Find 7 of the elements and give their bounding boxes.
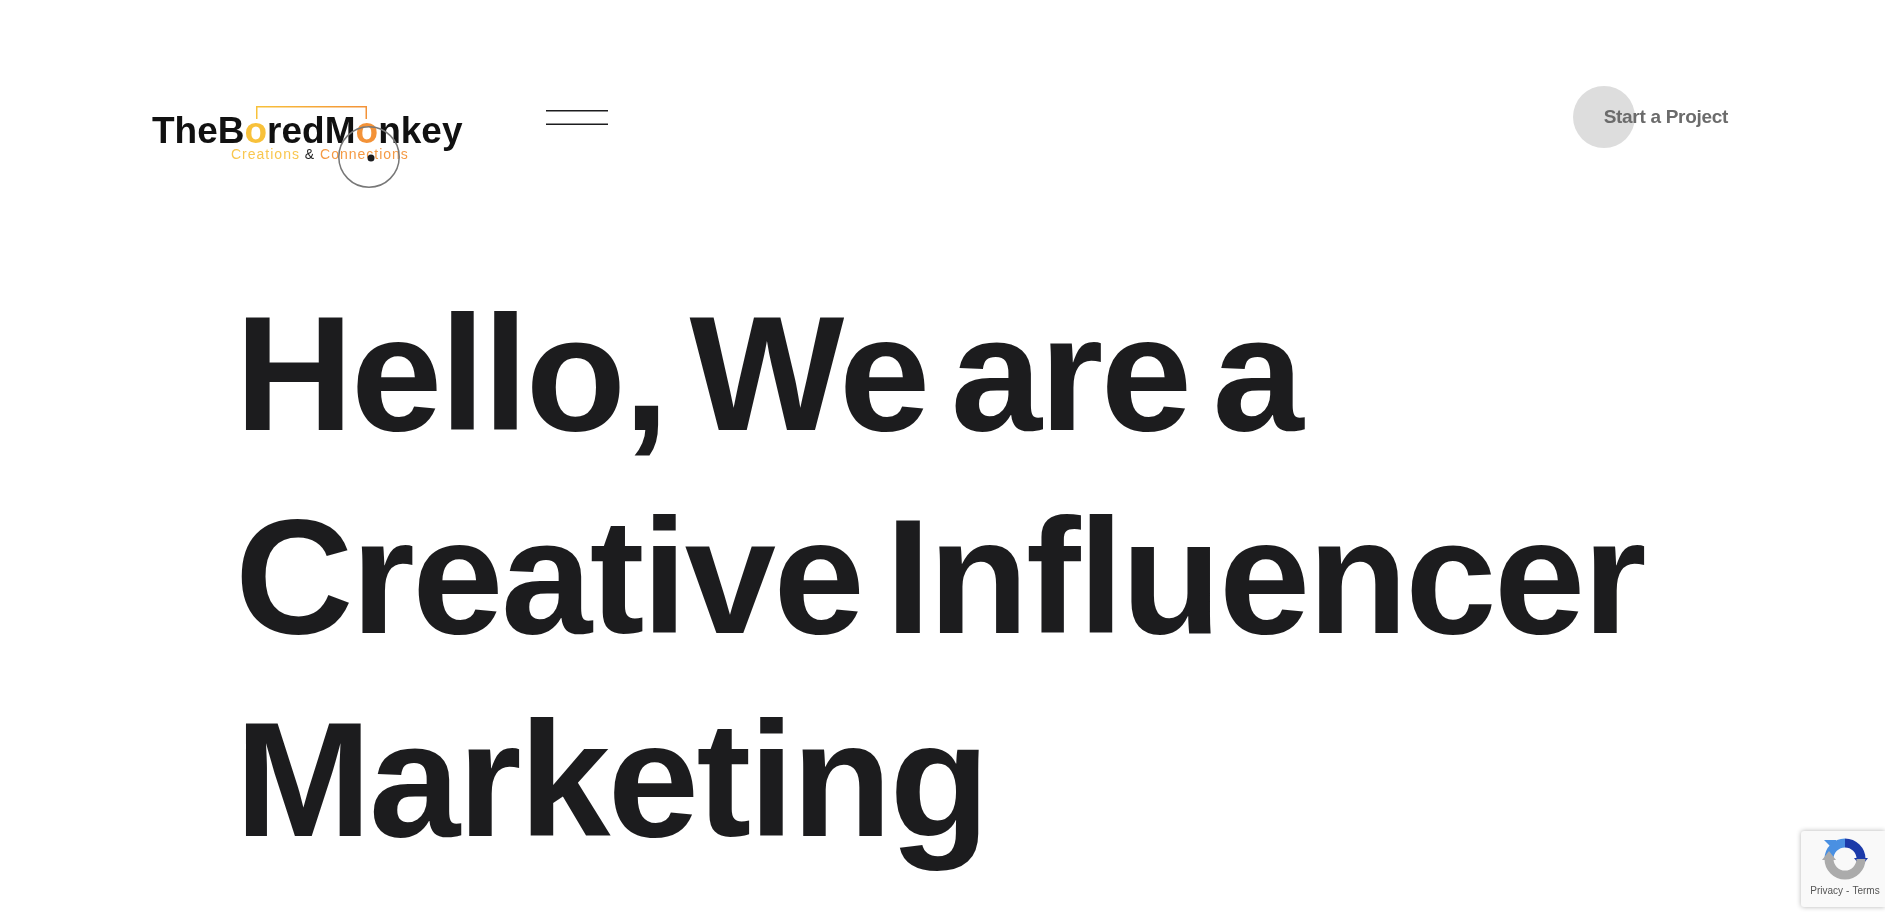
menu-icon [546, 109, 608, 125]
separator-text: - [1846, 885, 1850, 897]
start-project-button[interactable]: Start a Project [1572, 86, 1728, 148]
circular-arrows-icon [1822, 836, 1868, 882]
privacy-link[interactable]: Privacy [1810, 885, 1844, 897]
hero-heading: Hello, We are a Creative Influencer Marketing [235, 281, 1646, 873]
terms-link[interactable]: Terms [1852, 885, 1880, 897]
